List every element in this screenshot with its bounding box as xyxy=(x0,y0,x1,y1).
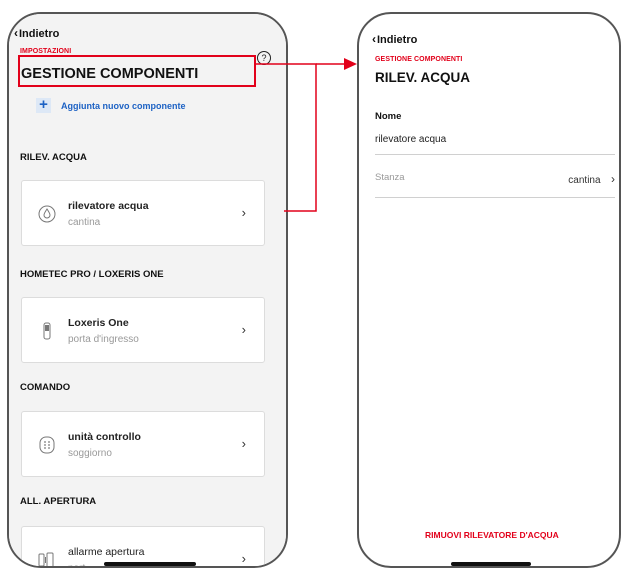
chevron-right-icon: › xyxy=(611,172,615,186)
section-title: HOMETEC PRO / LOXERIS ONE xyxy=(20,269,164,280)
section-title: RILEV. ACQUA xyxy=(20,152,87,163)
home-indicator xyxy=(104,562,196,566)
component-card-control-unit[interactable]: unità controllo soggiorno › xyxy=(21,411,265,477)
back-button[interactable]: ‹Indietro xyxy=(14,26,59,40)
door-lock-icon xyxy=(43,322,51,340)
plus-icon: + xyxy=(36,97,51,113)
add-component-label: Aggiunta nuovo componente xyxy=(61,100,186,111)
name-label: Nome xyxy=(375,111,402,122)
door-sensor-icon xyxy=(38,552,54,566)
add-component-button[interactable]: + Aggiunta nuovo componente xyxy=(36,97,186,113)
divider xyxy=(375,154,615,155)
component-card-water-detector[interactable]: rilevatore acqua cantina › xyxy=(21,180,265,246)
component-room: soggiorno xyxy=(68,448,112,459)
home-indicator xyxy=(451,562,531,566)
component-card-loxeris-one[interactable]: Loxeris One porta d'ingresso › xyxy=(21,297,265,363)
chevron-left-icon: ‹ xyxy=(14,26,18,40)
chevron-right-icon: › xyxy=(241,322,246,337)
back-button[interactable]: ‹Indietro xyxy=(372,32,417,46)
component-room: porta d'ingresso xyxy=(68,334,139,345)
component-name: allarme apertura xyxy=(68,546,145,558)
right-phone-screen: ‹Indietro GESTIONE COMPONENTI RILEV. ACQ… xyxy=(357,12,621,568)
breadcrumb: GESTIONE COMPONENTI xyxy=(375,56,463,63)
divider xyxy=(375,197,615,198)
section-title: COMANDO xyxy=(20,382,71,393)
breadcrumb: IMPOSTAZIONI xyxy=(20,48,72,55)
section-title: ALL. APERTURA xyxy=(20,496,97,507)
back-label: Indietro xyxy=(377,34,418,46)
chevron-right-icon: › xyxy=(241,551,246,566)
room-selector[interactable]: cantina › xyxy=(531,170,615,188)
page-title: RILEV. ACQUA xyxy=(375,70,471,85)
component-room: port xyxy=(68,563,85,566)
help-icon[interactable]: ? xyxy=(257,51,271,65)
chevron-left-icon: ‹ xyxy=(372,32,376,46)
settings-background xyxy=(9,14,286,566)
keypad-icon xyxy=(39,436,55,454)
chevron-right-icon: › xyxy=(241,205,246,220)
left-phone-screen: ‹Indietro IMPOSTAZIONI ? GESTIONE COMPON… xyxy=(7,12,288,568)
remove-component-button[interactable]: RIMUOVI RILEVATORE D'ACQUA xyxy=(425,530,559,540)
room-label: Stanza xyxy=(375,172,405,183)
component-name: rilevatore acqua xyxy=(68,200,149,212)
name-field[interactable]: rilevatore acqua xyxy=(375,134,446,145)
component-name: unità controllo xyxy=(68,431,141,443)
component-room: cantina xyxy=(68,217,101,228)
chevron-right-icon: › xyxy=(241,436,246,451)
highlight-box xyxy=(18,55,256,87)
component-name: Loxeris One xyxy=(68,317,129,329)
room-value: cantina xyxy=(568,175,601,186)
back-label: Indietro xyxy=(19,28,60,40)
water-drop-icon xyxy=(38,205,56,223)
